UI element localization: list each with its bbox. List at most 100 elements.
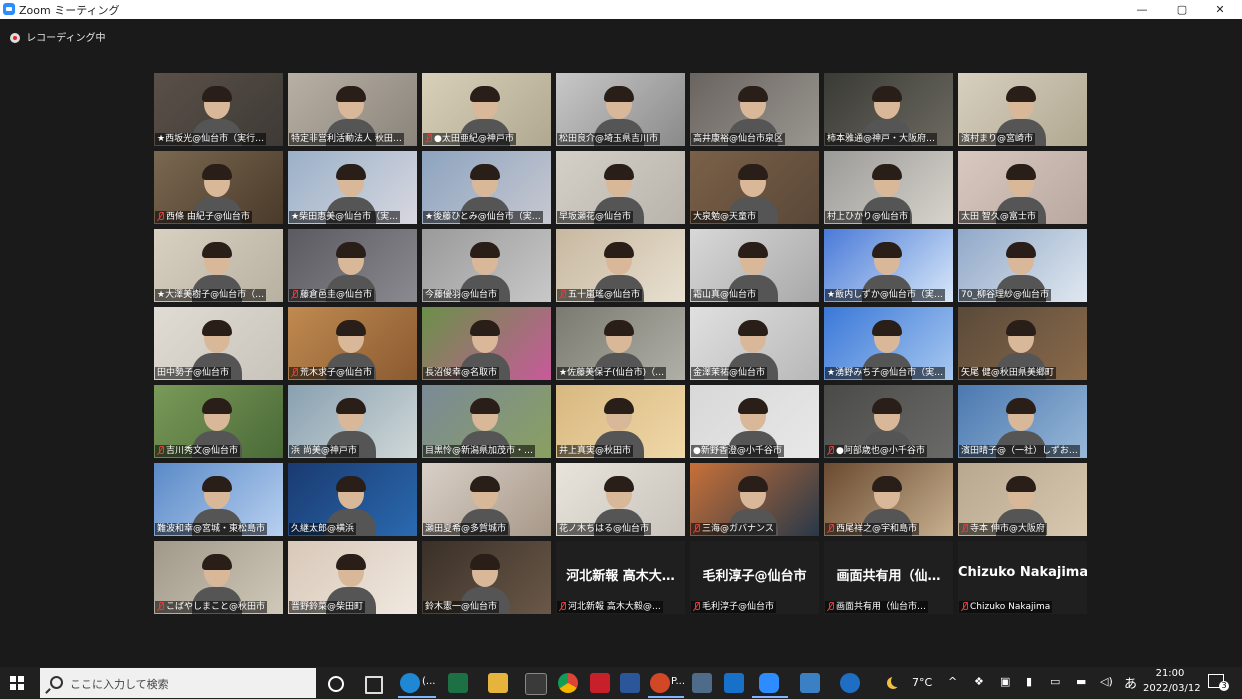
- participant-tile[interactable]: 松田良介@埼玉県吉川市: [556, 73, 685, 146]
- participant-name-label: 村上ひかり@仙台市: [825, 211, 911, 223]
- participant-tile[interactable]: ★飯内しずか@仙台市（実…: [824, 229, 953, 302]
- participant-tile[interactable]: Chizuko Nakajima Chizuko Nakajima: [958, 541, 1087, 614]
- participant-tile[interactable]: 三海@ガバナンス: [690, 463, 819, 536]
- participant-tile[interactable]: 鈴木憲一@仙台市: [422, 541, 551, 614]
- task-view-icon[interactable]: [365, 676, 383, 694]
- participant-tile[interactable]: 大泉勉@天童市: [690, 151, 819, 224]
- participant-tile[interactable]: 矢尾 健@秋田県美郷町: [958, 307, 1087, 380]
- participant-tile[interactable]: ●新野香澄@小千谷市: [690, 385, 819, 458]
- participant-tile[interactable]: 金澤茉祐@仙台市: [690, 307, 819, 380]
- weather-temp[interactable]: 7°C: [912, 676, 932, 689]
- participant-tile[interactable]: 晋野鈴菜@柴田町: [288, 541, 417, 614]
- participant-tile[interactable]: ●阿部歳也@小千谷市: [824, 385, 953, 458]
- participant-tile[interactable]: 難波和幸@宮城・東松島市: [154, 463, 283, 536]
- taskbar-search-box[interactable]: ここに入力して検索: [40, 668, 316, 698]
- muted-mic-icon: [827, 524, 834, 533]
- participant-tile[interactable]: ★後藤ひとみ@仙台市（実…: [422, 151, 551, 224]
- participant-tile[interactable]: 久継太郎@横浜: [288, 463, 417, 536]
- participant-tile[interactable]: 柿本雅通@神戸・大阪府…: [824, 73, 953, 146]
- participant-tile[interactable]: 早坂瀬花@仙台市: [556, 151, 685, 224]
- participant-name-label: ★大澤美樹子@仙台市（…: [155, 289, 267, 301]
- app-icon[interactable]: [590, 673, 610, 693]
- participant-tile[interactable]: 五十嵐瑤@仙台市: [556, 229, 685, 302]
- participant-tile[interactable]: 田中勢子@仙台市: [154, 307, 283, 380]
- search-icon: [50, 676, 63, 689]
- participant-name-label: ★飯内しずか@仙台市（実…: [825, 289, 945, 301]
- volume-icon[interactable]: ◁): [1100, 675, 1113, 688]
- weather-moon-icon[interactable]: [891, 675, 903, 687]
- participant-tile[interactable]: ★大澤美樹子@仙台市（…: [154, 229, 283, 302]
- windows-start-icon[interactable]: [10, 676, 24, 690]
- participant-tile[interactable]: 長沼俊幸@名取市: [422, 307, 551, 380]
- word-icon[interactable]: [620, 673, 640, 693]
- chrome-icon[interactable]: [558, 673, 578, 693]
- participant-name: ★大澤美樹子@仙台市（…: [157, 290, 265, 300]
- clock-date[interactable]: 2022/03/12: [1143, 683, 1201, 694]
- recording-indicator[interactable]: レコーディング中: [10, 29, 106, 44]
- participant-tile[interactable]: 霜山真@仙台市: [690, 229, 819, 302]
- clock-time[interactable]: 21:00: [1150, 668, 1190, 679]
- participant-tile[interactable]: 井上真実@秋田市: [556, 385, 685, 458]
- participant-name: こばやしまこと@秋田市: [166, 602, 266, 612]
- mail-icon[interactable]: [724, 673, 744, 693]
- muted-mic-icon: [827, 446, 834, 455]
- participant-tile[interactable]: 寺本 伸市@大阪府: [958, 463, 1087, 536]
- participant-tile[interactable]: 花ノ木ちはる@仙台市: [556, 463, 685, 536]
- ime-indicator[interactable]: あ: [1124, 673, 1137, 692]
- participant-tile[interactable]: 太田 智久@富士市: [958, 151, 1087, 224]
- calendar-icon[interactable]: [525, 673, 547, 695]
- cortana-icon[interactable]: [328, 676, 344, 692]
- participant-name-label: 70_柳谷理紗@仙台市: [959, 289, 1051, 301]
- help-icon[interactable]: [840, 673, 860, 693]
- participant-tile[interactable]: ★柴田恵美@仙台市（実…: [288, 151, 417, 224]
- file-explorer-icon[interactable]: [488, 673, 508, 693]
- excel-icon[interactable]: [448, 673, 468, 693]
- participant-tile[interactable]: こばやしまこと@秋田市: [154, 541, 283, 614]
- edge-icon[interactable]: [400, 673, 420, 693]
- chevron-up-icon[interactable]: ^: [948, 675, 957, 688]
- participant-name-label: 三海@ガバナンス: [691, 523, 776, 535]
- participant-tile[interactable]: 濱田晴子@（一社）しずお…: [958, 385, 1087, 458]
- participant-tile[interactable]: 藤倉邑圭@仙台市: [288, 229, 417, 302]
- participant-tile[interactable]: 吉川秀文@仙台市: [154, 385, 283, 458]
- dropbox-icon[interactable]: ❖: [974, 675, 984, 688]
- participant-tile[interactable]: 西條 由紀子@仙台市: [154, 151, 283, 224]
- participant-tile[interactable]: 荒木求子@仙台市: [288, 307, 417, 380]
- participant-tile[interactable]: ●太田亜紀@神戸市: [422, 73, 551, 146]
- active-indicator: [398, 696, 436, 698]
- zoom-tray-icon[interactable]: ▣: [1000, 675, 1010, 688]
- participant-tile[interactable]: ★西坂光@仙台市（実行…: [154, 73, 283, 146]
- participant-tile[interactable]: 70_柳谷理紗@仙台市: [958, 229, 1087, 302]
- app-icon[interactable]: [692, 673, 712, 693]
- participant-name-label: 寺本 伸市@大阪府: [959, 523, 1047, 535]
- participant-tile[interactable]: 目黒怜@新潟県加茂市・…: [422, 385, 551, 458]
- participant-name: ★後藤ひとみ@仙台市（実…: [425, 212, 541, 222]
- close-button[interactable]: ✕: [1200, 0, 1240, 19]
- battery-icon[interactable]: ▬: [1076, 675, 1086, 688]
- participant-tile[interactable]: 今藤優羽@仙台市: [422, 229, 551, 302]
- participant-tile[interactable]: 河北新報 高木大… 河北新報 高木大毅@…: [556, 541, 685, 614]
- participant-name-label: 霜山真@仙台市: [691, 289, 759, 301]
- participant-tile[interactable]: 瀬田夏希@多賀城市: [422, 463, 551, 536]
- maximize-button[interactable]: ▢: [1162, 0, 1202, 19]
- powerpoint-icon[interactable]: [650, 673, 670, 693]
- participant-tile[interactable]: 毛利淳子@仙台市 毛利淳子@仙台市: [690, 541, 819, 614]
- participant-tile[interactable]: 浜 尚美@神戸市: [288, 385, 417, 458]
- microphone-icon[interactable]: ▮: [1026, 675, 1032, 688]
- participant-tile[interactable]: 西尾祥之@宇和島市: [824, 463, 953, 536]
- zoom-taskbar-icon[interactable]: [759, 673, 779, 693]
- minimize-button[interactable]: —: [1122, 0, 1162, 19]
- participant-tile[interactable]: 特定非営利活動法人 秋田…: [288, 73, 417, 146]
- participant-tile[interactable]: 高井康裕@仙台市泉区: [690, 73, 819, 146]
- participant-name-label: ★後藤ひとみ@仙台市（実…: [423, 211, 543, 223]
- display-icon[interactable]: ▭: [1050, 675, 1060, 688]
- participant-tile[interactable]: ★湧野みち子@仙台市（実…: [824, 307, 953, 380]
- participant-display-name: 毛利淳子@仙台市: [702, 569, 807, 584]
- participant-tile[interactable]: 画面共有用（仙… 画面共有用（仙台市…: [824, 541, 953, 614]
- participant-name-label: 長沼俊幸@名取市: [423, 367, 500, 379]
- app-icon[interactable]: [800, 673, 820, 693]
- muted-mic-icon: [157, 602, 164, 611]
- participant-tile[interactable]: ★佐藤美保子(仙台市)（…: [556, 307, 685, 380]
- participant-tile[interactable]: 村上ひかり@仙台市: [824, 151, 953, 224]
- participant-tile[interactable]: 濱村まり@宮崎市: [958, 73, 1087, 146]
